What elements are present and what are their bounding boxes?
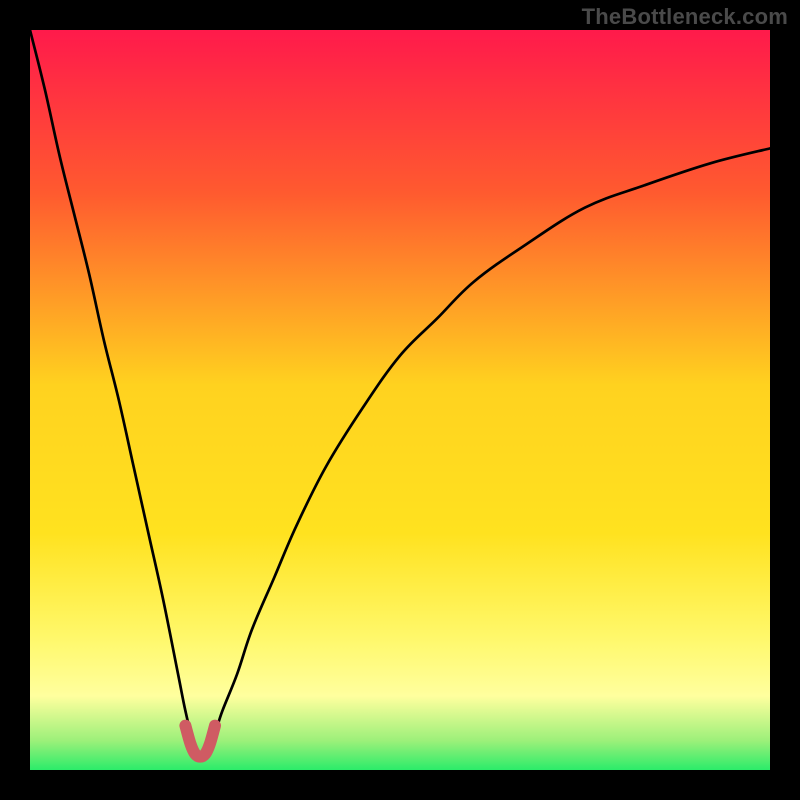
plot-area bbox=[30, 30, 770, 770]
gradient-background bbox=[30, 30, 770, 770]
chart-svg bbox=[30, 30, 770, 770]
chart-frame: TheBottleneck.com bbox=[0, 0, 800, 800]
watermark: TheBottleneck.com bbox=[582, 4, 788, 30]
